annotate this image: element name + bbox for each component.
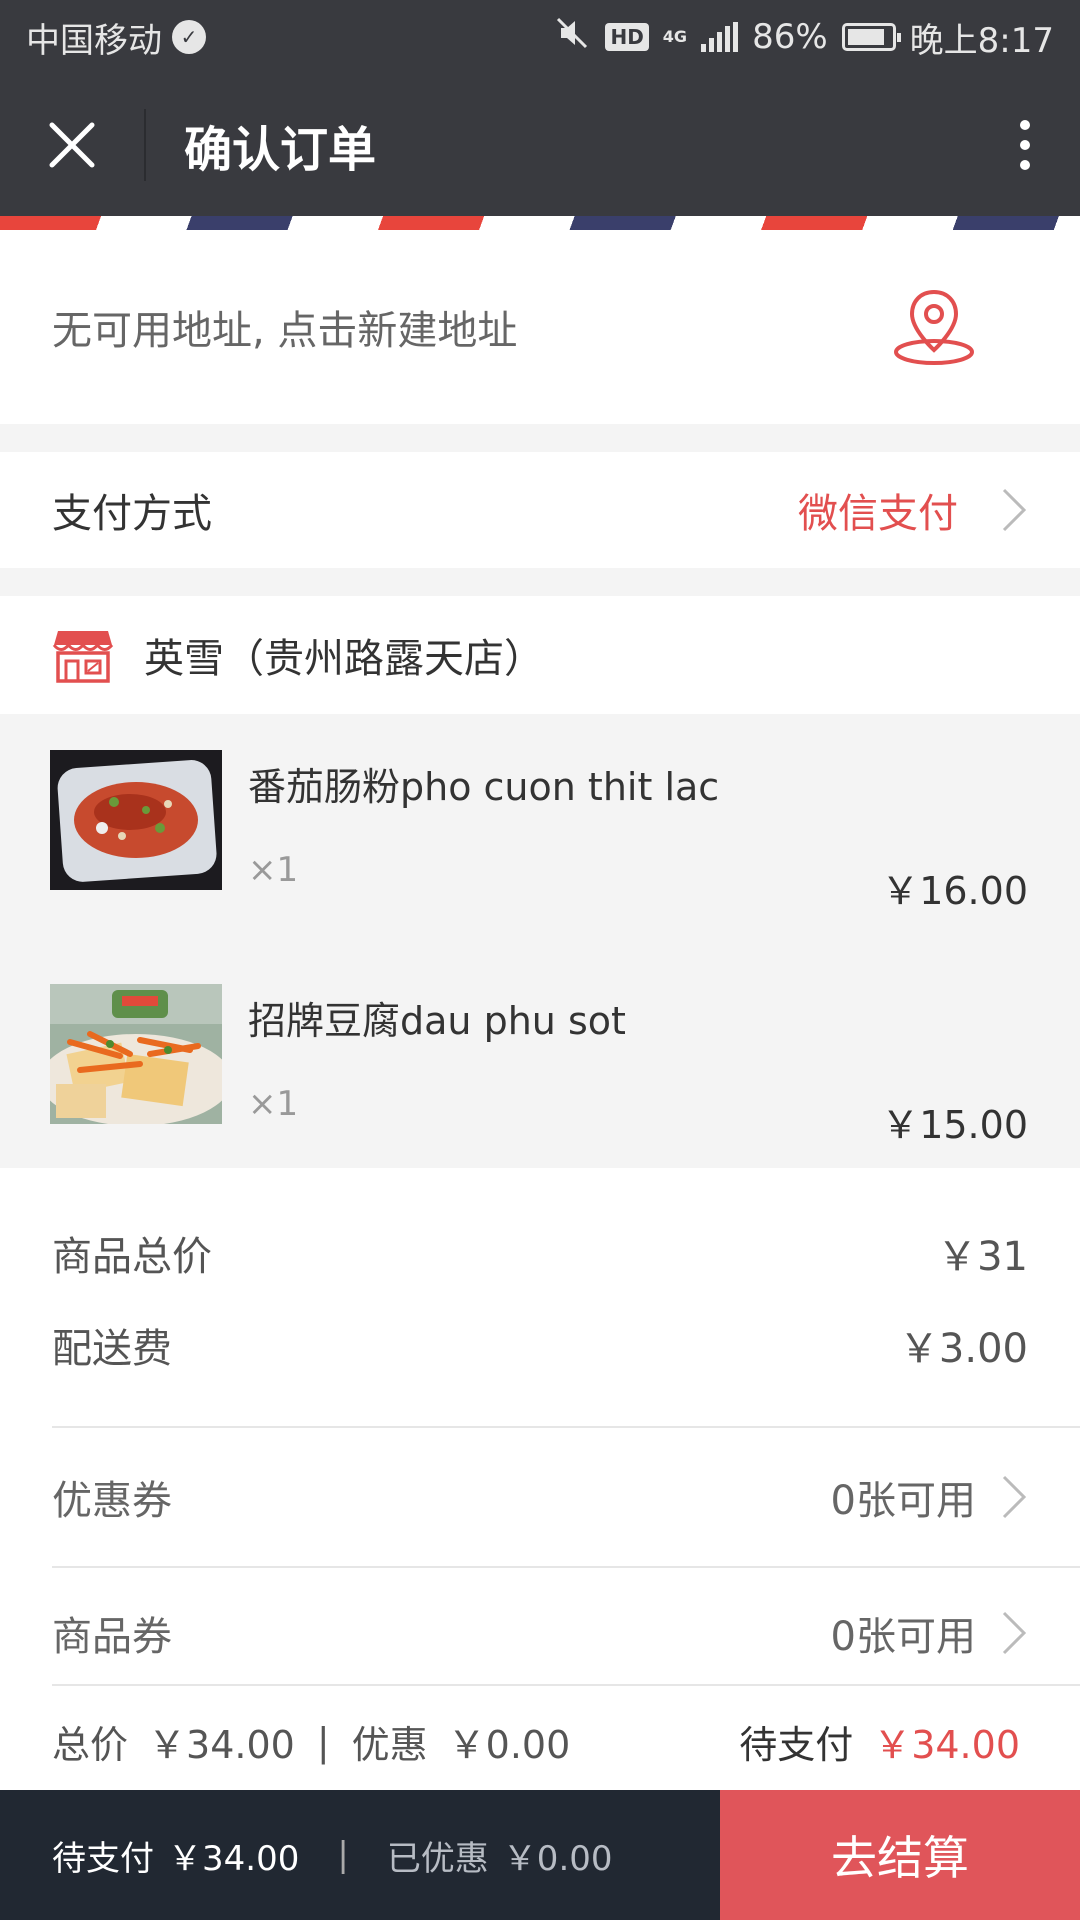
voucher-value: 0张可用 [830,1614,976,1660]
voucher-label: 商品券 [52,1614,172,1660]
close-button[interactable] [0,74,144,216]
close-icon [49,122,95,168]
title-bar: 确认订单 [0,74,1080,216]
payment-method-row[interactable]: 支付方式 微信支付 [0,452,1080,568]
store-header: 英雪（贵州路露天店） [0,596,1080,714]
status-bar: 中国移动 ✓ HD 4G 86% 晚上8:17 [0,0,1080,74]
item-quantity: ×1 [248,1084,299,1124]
location-pin-icon [894,289,974,365]
address-section[interactable]: 无可用地址, 点击新建地址 [0,216,1080,424]
order-confirm-page: 中国移动 ✓ HD 4G 86% 晚上8:17 确认订单 无可用地址, 点击新建… [0,0,1080,1920]
carrier-name: 中国移动 [26,20,162,61]
address-prompt: 无可用地址, 点击新建地址 [52,308,518,354]
store-name: 英雪（贵州路露天店） [144,636,544,682]
order-item: 招牌豆腐dau phu sot ×1 ￥15.00 [0,948,1080,1168]
subtotal-value: ￥31 [937,1234,1028,1280]
airmail-stripe [0,216,1080,230]
item-image-signature-tofu [50,984,222,1124]
coupon-value: 0张可用 [830,1478,976,1524]
item-image-tomato-rice-roll [50,750,222,890]
bottom-separator: | [337,1835,349,1875]
status-right: HD 4G 86% 晚上8:17 [553,13,1054,62]
mute-icon [553,14,591,61]
total-label: 总价 [52,1723,129,1767]
divider [52,1684,1080,1686]
item-name: 招牌豆腐dau phu sot [248,999,626,1043]
battery-percent: 86% [752,17,828,57]
more-vertical-icon [1020,120,1030,130]
divider [52,1566,1080,1568]
chevron-right-icon [1002,488,1027,532]
total-row: 总价 ￥34.00 | 优惠 ￥0.00 待支付 ￥34.00 [52,1714,1020,1769]
hd-badge: HD [605,23,649,51]
store-icon [52,631,114,683]
chevron-right-icon [1002,1475,1027,1519]
item-price: ￥16.00 [881,869,1028,913]
bottom-saved-label: 已优惠 [386,1838,489,1879]
total-value: ￥34.00 [148,1723,295,1767]
voucher-row[interactable]: 商品券 0张可用 [52,1592,1028,1674]
chevron-right-icon [1002,1611,1027,1655]
order-summary: 商品总价 ￥31 配送费 ￥3.00 优惠券 0张可用 商品券 0张可用 总价 … [0,1168,1080,1790]
signal-icon [701,22,739,52]
coupon-row[interactable]: 优惠券 0张可用 [52,1456,1028,1538]
status-left: 中国移动 ✓ [26,13,206,62]
clock: 晚上8:17 [909,20,1054,61]
item-name: 番茄肠粉pho cuon thit lac [248,765,720,809]
checkout-info: 待支付 ￥34.00 | 已优惠 ￥0.00 [0,1831,720,1880]
divider [52,1426,1080,1428]
amount-due-value: ￥34.00 [873,1723,1020,1767]
total-separator: | [316,1719,330,1764]
coupon-label: 优惠券 [52,1478,172,1524]
more-button[interactable] [970,74,1080,216]
battery-icon [841,23,901,51]
item-price: ￥15.00 [881,1103,1028,1147]
battery-fill [847,29,884,45]
checkout-button[interactable]: 去结算 [720,1790,1080,1920]
bottom-due-value: ￥34.00 [168,1838,300,1879]
payment-method-label: 支付方式 [52,491,212,537]
delivery-fee-value: ￥3.00 [898,1326,1028,1372]
subtotal-row: 商品总价 ￥31 [52,1224,1028,1282]
page-title: 确认订单 [184,122,377,178]
order-item: 番茄肠粉pho cuon thit lac ×1 ￥16.00 [0,714,1080,934]
carrier-icon: ✓ [172,20,206,54]
payment-method-value: 微信支付 [798,491,958,537]
network-type: 4G [662,27,688,46]
delivery-fee-label: 配送费 [52,1326,172,1372]
item-quantity: ×1 [248,850,299,890]
bottom-due-label: 待支付 [52,1838,154,1879]
subtotal-label: 商品总价 [52,1234,212,1280]
discount-value: ￥0.00 [447,1723,571,1767]
discount-label: 优惠 [351,1723,428,1767]
amount-due-label: 待支付 [739,1723,854,1767]
delivery-fee-row: 配送费 ￥3.00 [52,1316,1028,1374]
bottom-saved-value: ￥0.00 [502,1838,613,1879]
checkout-bar: 待支付 ￥34.00 | 已优惠 ￥0.00 去结算 [0,1790,1080,1920]
